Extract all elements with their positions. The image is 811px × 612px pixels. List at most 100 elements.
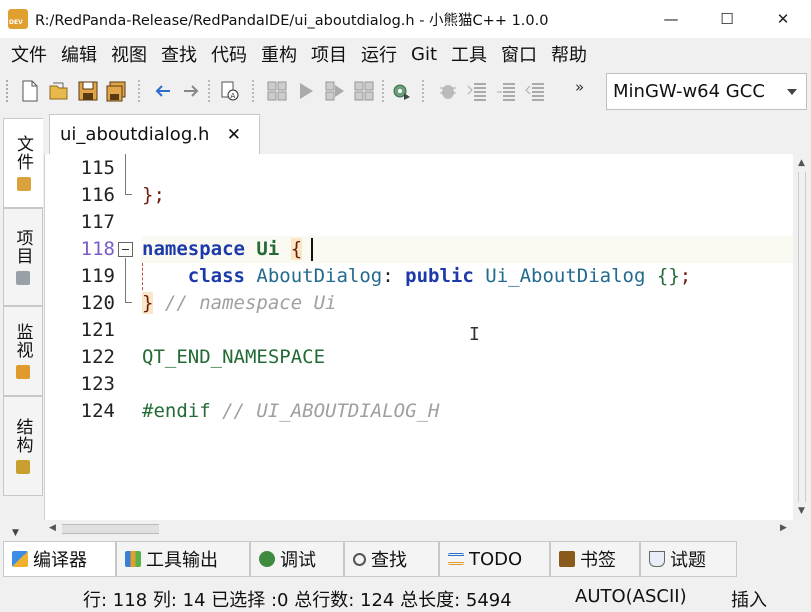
forward-arrow-icon[interactable] [179, 79, 203, 103]
step-out-icon[interactable] [523, 79, 547, 103]
project-icon [16, 271, 30, 285]
step-into-icon[interactable] [494, 79, 518, 103]
save-icon[interactable] [76, 79, 100, 103]
code-line: 118 namespace Ui { [45, 236, 793, 263]
tab-find-label: 查找 [371, 550, 407, 571]
left-tab-project-label: 项目 [12, 229, 33, 265]
mouse-ibeam-icon: I [469, 324, 480, 345]
menu-project[interactable]: 项目 [304, 41, 354, 67]
bar-chart-icon [125, 551, 141, 567]
code-text: class AboutDialog: public Ui_AboutDialog… [187, 265, 692, 287]
toolbar-separator [382, 80, 384, 102]
scrollbar-thumb[interactable] [62, 524, 159, 534]
format-code-icon[interactable]: A [218, 79, 242, 103]
tab-find[interactable]: 查找 [344, 541, 439, 577]
scroll-left-icon[interactable]: ◀ [49, 523, 56, 533]
code-text: QT_END_NAMESPACE [142, 346, 326, 368]
tab-problems[interactable]: 试题 [640, 541, 737, 577]
left-tab-project[interactable]: 项目 [3, 208, 43, 306]
code-editor[interactable]: 115 116 }; 117 118 namespace Ui { 119 cl… [44, 154, 793, 520]
menu-search[interactable]: 查找 [154, 41, 204, 67]
menu-file[interactable]: 文件 [4, 41, 54, 67]
search-icon [353, 552, 366, 566]
save-all-icon[interactable] [104, 79, 128, 103]
tab-debug-label: 调试 [280, 550, 316, 571]
window-controls: — ☐ ✕ [643, 0, 811, 38]
new-file-icon[interactable] [18, 79, 42, 103]
menu-view[interactable]: 视图 [104, 41, 154, 67]
code-line: 119 class AboutDialog: public Ui_AboutDi… [45, 263, 793, 290]
close-button[interactable]: ✕ [755, 0, 811, 38]
left-tab-files-label: 文件 [13, 135, 33, 171]
line-number: 119 [80, 265, 115, 287]
bookmark-icon [559, 551, 575, 567]
horizontal-scrollbar[interactable]: ◀ ▶ [44, 520, 793, 538]
left-tab-structure-label: 结构 [12, 418, 33, 454]
menu-edit[interactable]: 编辑 [54, 41, 104, 67]
menu-window[interactable]: 窗口 [494, 41, 544, 67]
toolbar-separator [138, 80, 140, 102]
left-tab-watch[interactable]: 监视 [3, 306, 43, 396]
tab-tool-output[interactable]: 工具输出 [116, 541, 250, 577]
tab-compiler[interactable]: 编译器 [3, 541, 116, 577]
code-line: 117 [45, 209, 793, 236]
toolbar-separator [422, 80, 424, 102]
code-text: }; [142, 184, 165, 206]
file-encoding[interactable]: AUTO(ASCII) [575, 586, 687, 607]
tab-compiler-label: 编译器 [33, 550, 87, 571]
svg-text:A: A [231, 92, 236, 100]
compile-icon[interactable] [265, 79, 289, 103]
scroll-right-icon[interactable]: ▶ [780, 523, 787, 533]
rebuild-icon[interactable] [352, 79, 376, 103]
code-line: 116 }; [45, 182, 793, 209]
title-bar: R:/RedPanda-Release/RedPandaIDE/ui_about… [0, 0, 811, 38]
menu-refactor[interactable]: 重构 [254, 41, 304, 67]
tab-bookmarks[interactable]: 书签 [550, 541, 640, 577]
code-text: } // namespace Ui [142, 292, 337, 314]
run-icon[interactable] [294, 79, 318, 103]
minimize-button[interactable]: — [643, 0, 699, 38]
menu-code[interactable]: 代码 [204, 41, 254, 67]
tab-close-icon[interactable]: ✕ [227, 125, 241, 145]
vertical-scrollbar[interactable]: ▲ ▼ [793, 154, 811, 520]
back-arrow-icon[interactable] [151, 79, 175, 103]
toolbar-grip[interactable] [6, 80, 9, 102]
code-line: 120 } // namespace Ui [45, 290, 793, 317]
open-file-icon[interactable] [47, 79, 71, 103]
line-number: 124 [80, 400, 115, 422]
line-number: 122 [80, 346, 115, 368]
tab-tool-output-label: 工具输出 [146, 550, 218, 571]
compile-run-icon[interactable] [323, 79, 347, 103]
bug-icon [259, 551, 275, 567]
left-tab-structure[interactable]: 结构 [3, 396, 43, 496]
run-settings-icon[interactable] [389, 79, 413, 103]
line-number: 117 [80, 211, 115, 233]
maximize-button[interactable]: ☐ [699, 0, 755, 38]
toolbar-overflow-icon[interactable]: » [575, 78, 584, 96]
step-over-icon[interactable] [465, 79, 489, 103]
scrollbar-thumb[interactable] [798, 172, 806, 502]
left-panel-tabs: 文件 项目 监视 结构 [0, 112, 44, 540]
toolbar-separator [252, 80, 254, 102]
left-tabs-scroll-down-icon[interactable]: ▼ [12, 528, 19, 538]
menu-tools[interactable]: 工具 [444, 41, 494, 67]
checklist-icon [448, 553, 464, 565]
tab-todo[interactable]: TODO [439, 541, 550, 577]
compiler-icon [12, 551, 28, 567]
bottom-panel-tabs: 编译器 工具输出 调试 查找 TODO 书签 试题 [0, 540, 811, 578]
compiler-select[interactable]: MinGW-w64 GCC [606, 73, 807, 110]
tab-debug[interactable]: 调试 [250, 541, 344, 577]
menu-help[interactable]: 帮助 [544, 41, 594, 67]
tab-todo-label: TODO [469, 548, 523, 570]
code-text: #endif // UI_ABOUTDIALOG_H [142, 400, 440, 422]
code-line: 124 #endif // UI_ABOUTDIALOG_H [45, 398, 793, 425]
editor-tab[interactable]: ui_aboutdialog.h ✕ [49, 114, 260, 154]
scroll-down-icon[interactable]: ▼ [798, 506, 805, 516]
debug-icon[interactable] [436, 79, 460, 103]
menu-run[interactable]: 运行 [354, 41, 404, 67]
left-tab-files[interactable]: 文件 [3, 118, 43, 208]
scroll-up-icon[interactable]: ▲ [798, 158, 805, 168]
menu-bar: 文件 编辑 视图 查找 代码 重构 项目 运行 Git 工具 窗口 帮助 [0, 38, 811, 70]
text-caret [311, 238, 313, 261]
menu-git[interactable]: Git [404, 44, 444, 65]
